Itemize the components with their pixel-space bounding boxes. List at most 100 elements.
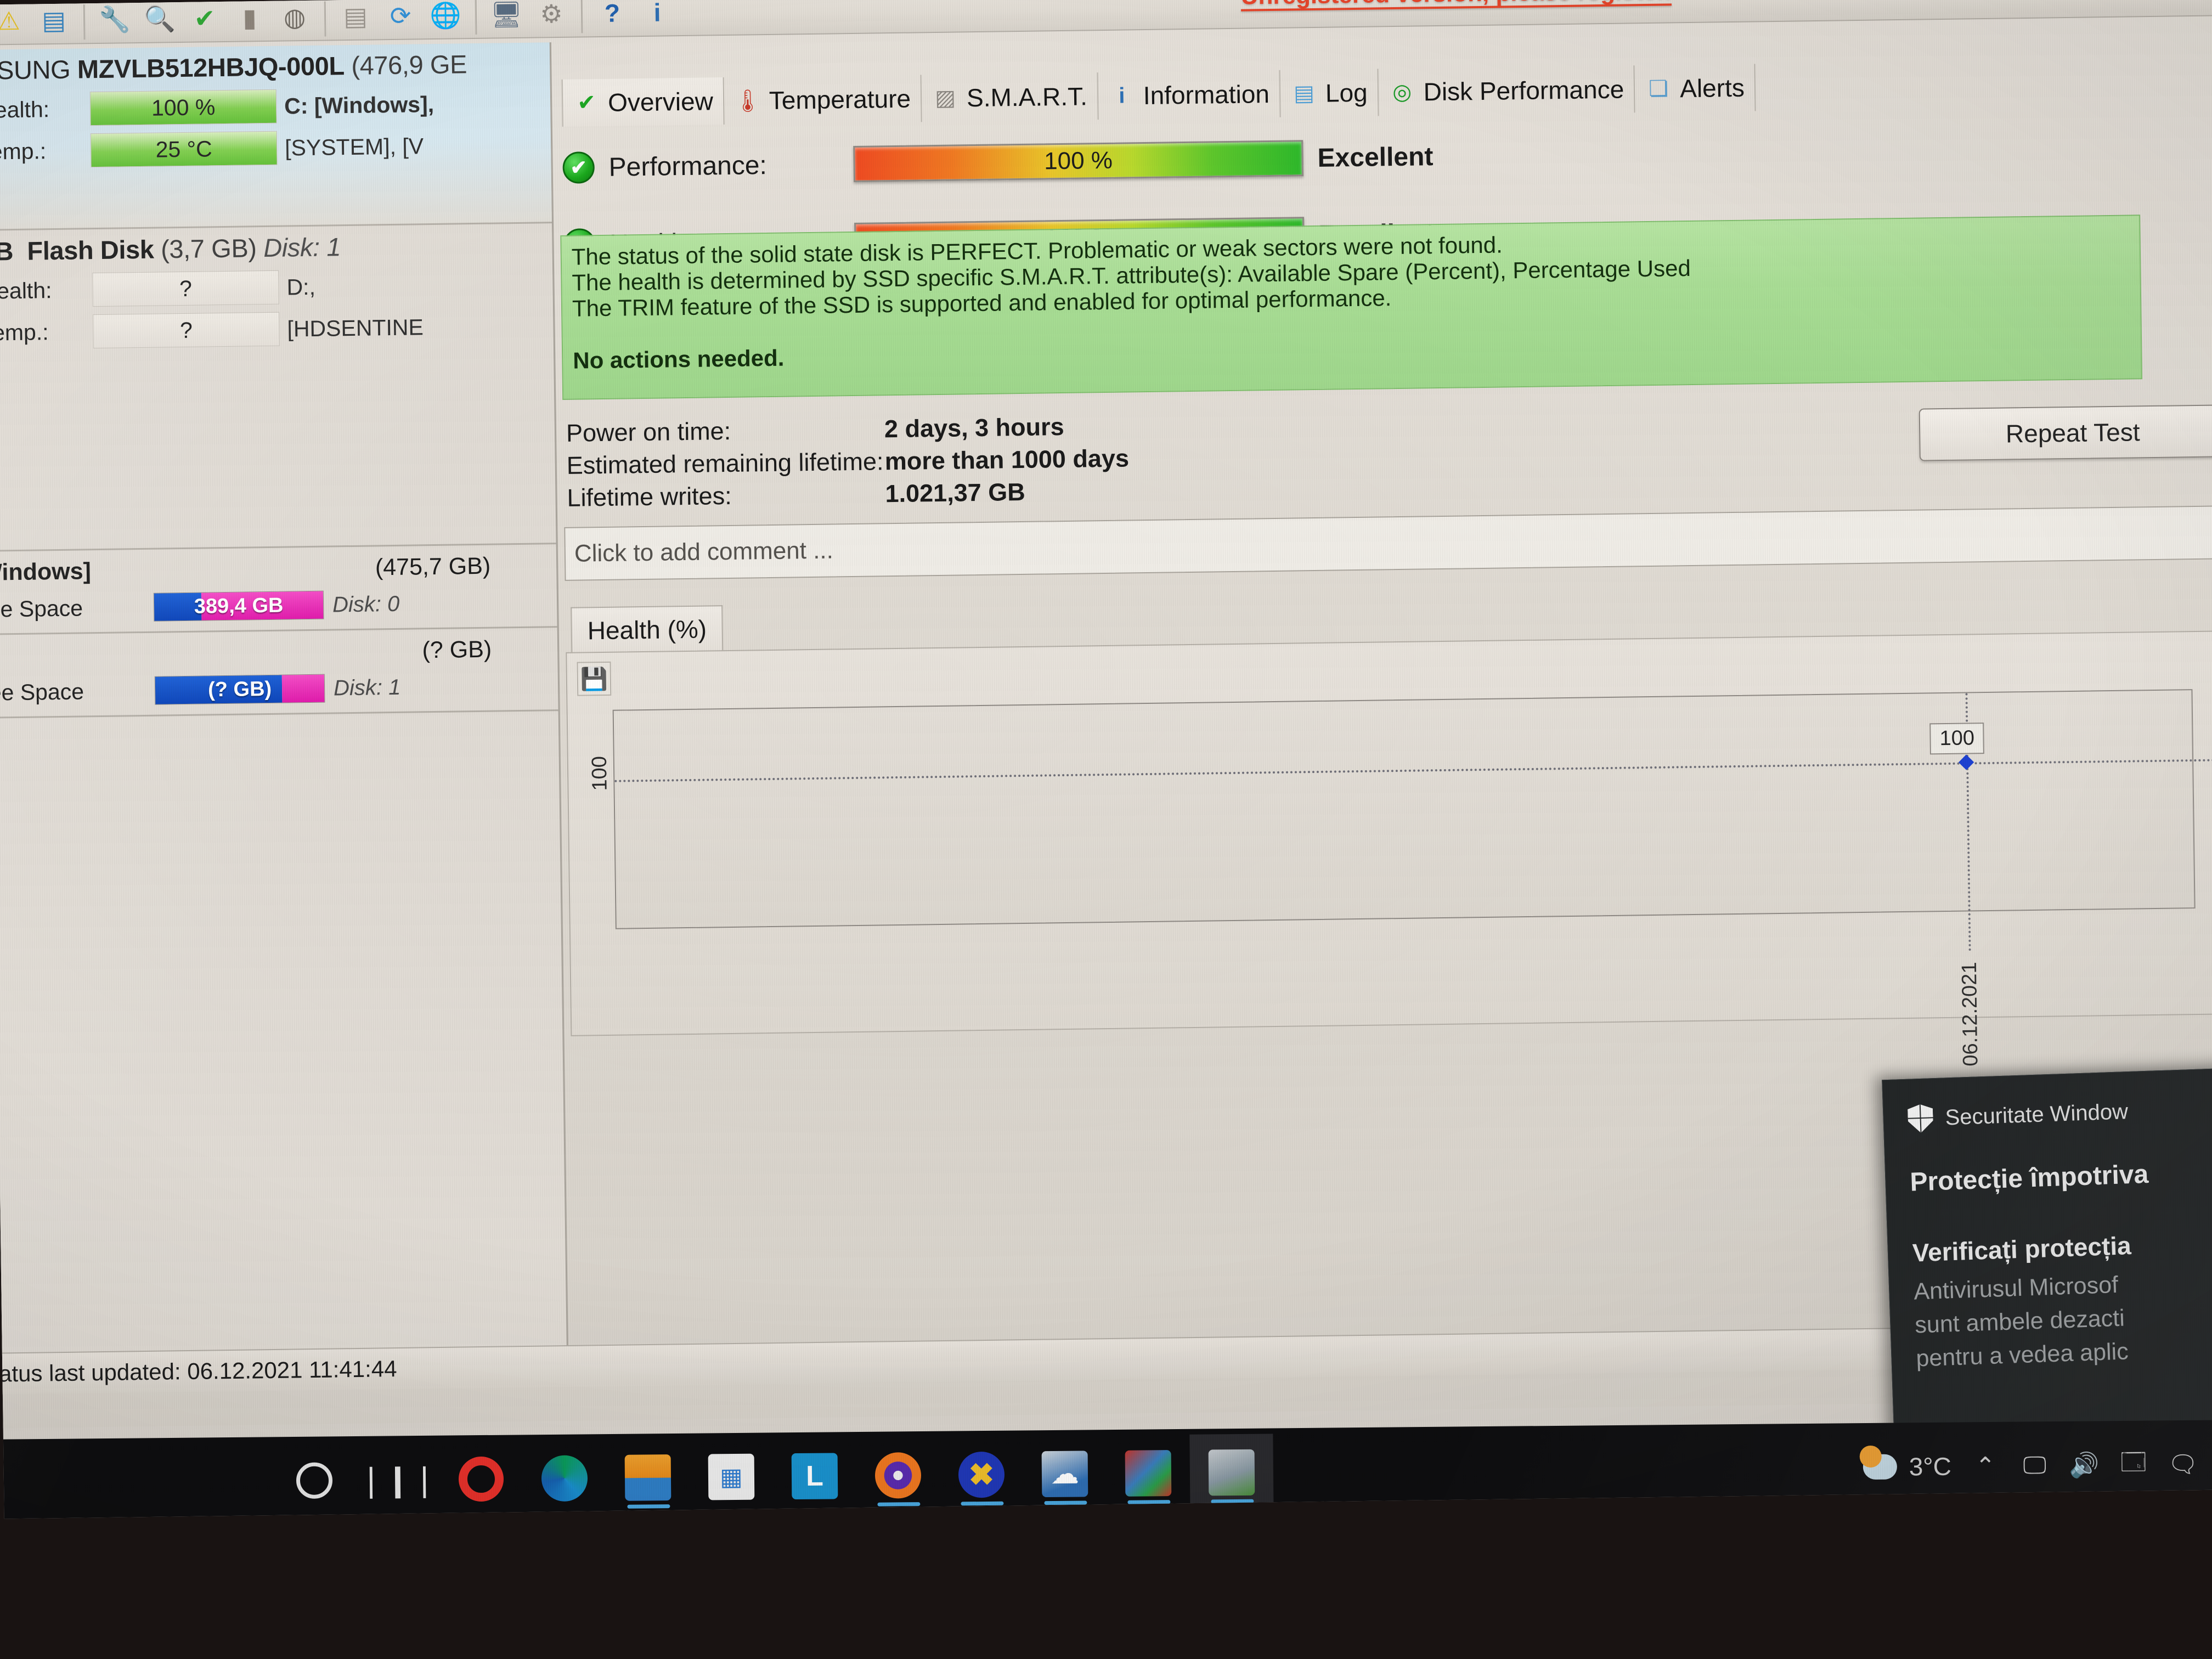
toast-body: Antivirusul Microsof sunt ambele dezacti… [1913, 1265, 2212, 1376]
gear-disk-icon[interactable]: ⚙ [532, 0, 572, 34]
antivirus-x-icon[interactable]: ✖ [939, 1436, 1023, 1513]
warning-triangle-icon[interactable]: ⚠ [0, 1, 29, 41]
floppy-save-icon[interactable]: 💾 [577, 661, 612, 696]
disk-card-samsung[interactable]: MSUNG MZVLB512HBJQ-000L (476,9 GE Health… [0, 42, 552, 232]
network-globe-icon[interactable]: 🌐 [426, 0, 466, 35]
unregistered-notice[interactable]: Unregistered version, please register. [1240, 0, 1672, 10]
info-icon: i [1118, 83, 1125, 108]
disk-health-row: Health: ? D:, [0, 267, 553, 308]
taskbar-apps: ❘❙❘ ▦ L ✖ ☁ [0, 1434, 1274, 1519]
comment-input[interactable]: Click to add comment ... [564, 505, 2212, 581]
info-icon[interactable]: i [637, 0, 678, 32]
health-label: Health: [0, 96, 50, 123]
free-segment [281, 674, 325, 703]
green-check-icon: ✔ [577, 91, 596, 115]
cylinder-icon[interactable]: ▮ [230, 0, 270, 38]
lenovo-vantage-icon[interactable]: L [772, 1437, 856, 1515]
performance-meter: 100 % [853, 140, 1304, 182]
network-icon[interactable]: 🖵 [2019, 1450, 2050, 1481]
tab-smart[interactable]: ▨ S.M.A.R.T. [921, 72, 1099, 122]
green-check-icon: ✔ [562, 151, 595, 184]
temp-label: Temp.: [0, 319, 49, 346]
tab-overview[interactable]: ✔ Overview [561, 77, 725, 127]
partition-disk-index: Disk: 0 [332, 591, 400, 617]
free-space-value: (? GB) [207, 677, 272, 701]
partition-card-windows[interactable]: Windows] (475,7 GB) ree Space 389,4 GB D… [0, 544, 557, 635]
cortana-search-icon[interactable] [272, 1442, 356, 1519]
report-icon[interactable]: ▤ [34, 1, 74, 41]
toast-brand-row: Securitate Window [1908, 1094, 2212, 1133]
opera-icon[interactable] [439, 1440, 523, 1517]
downloader-icon[interactable]: ☁ [1023, 1435, 1107, 1513]
task-view-icon[interactable]: ❘❙❘ [356, 1441, 439, 1519]
free-space-label: ree Space [0, 678, 84, 706]
volume-icon[interactable]: 🔊 [2069, 1449, 2100, 1480]
disk-bus: SB [0, 236, 14, 266]
refresh-disk-icon[interactable]: ⟳ [381, 0, 421, 36]
free-space-bar: (? GB) [154, 674, 325, 705]
magnifier-icon[interactable]: 🔍 [140, 0, 180, 39]
fact-value: 1.021,37 GB [885, 477, 1026, 508]
disk-title: MSUNG MZVLB512HBJQ-000L (476,9 GE [0, 48, 550, 86]
chart-x-tick-label: 06.12.2021 [1957, 962, 1983, 1066]
fact-power-on-time: Power on time: 2 days, 3 hours [566, 412, 1129, 447]
notification-icon[interactable]: 🗨 [2168, 1449, 2198, 1480]
weather-widget[interactable]: 3°C [1863, 1452, 1951, 1482]
text-file-icon[interactable]: ▤ [336, 0, 376, 36]
toolbar-separator [83, 4, 86, 40]
file-explorer-icon[interactable] [606, 1439, 690, 1516]
weather-temp: 3°C [1909, 1452, 1952, 1481]
tab-information[interactable]: i Information [1098, 70, 1281, 120]
tab-alerts[interactable]: ❏ Alerts [1634, 64, 1756, 113]
tab-label: Log [1325, 78, 1368, 108]
battery-icon[interactable]: 🗔 [2118, 1448, 2149, 1480]
hdsentinel-icon[interactable] [1189, 1434, 1274, 1511]
tab-disk-performance[interactable]: ◎ Disk Performance [1378, 65, 1635, 116]
winrar-icon[interactable] [1106, 1435, 1190, 1512]
chart-tab-health[interactable]: Health (%) [571, 605, 724, 653]
performance-value: 100 % [1043, 146, 1113, 175]
windows-taskbar: ❘❙❘ ▦ L ✖ ☁ 3°C ⌃ 🖵 🔊 🗔 🗨 [0, 1420, 2212, 1519]
temp-gauge: 25 °C [90, 131, 278, 168]
repeat-test-button[interactable]: Repeat Test [1918, 404, 2212, 461]
tab-label: Information [1143, 80, 1270, 110]
avast-icon[interactable] [856, 1437, 940, 1514]
fact-key: Power on time: [566, 416, 731, 447]
disk-model: MZVLB512HBJQ-000L [77, 51, 345, 84]
tab-bar[interactable]: ✔ Overview 🌡 Temperature ▨ S.M.A.R.T. i … [561, 55, 2212, 127]
health-gauge: 100 % [89, 89, 277, 126]
microsoft-store-icon[interactable]: ▦ [689, 1438, 773, 1515]
windows-security-toast[interactable]: Securitate Window Protecție împotriva Ve… [1882, 1068, 2212, 1475]
chevron-up-icon[interactable]: ⌃ [1970, 1451, 2001, 1481]
toolbar-separator [475, 0, 477, 35]
edge-icon[interactable] [522, 1440, 606, 1517]
disk-capacity: (3,7 GB) [160, 233, 257, 264]
free-space-value: 389,4 GB [194, 594, 284, 618]
disk-list-panel[interactable]: MSUNG MZVLB512HBJQ-000L (476,9 GE Health… [0, 42, 568, 1356]
disk-model: Flash Disk [27, 234, 154, 266]
taskbar-tray: 3°C ⌃ 🖵 🔊 🗔 🗨 [1863, 1448, 2212, 1482]
chart-point-label: 100 [1929, 723, 1985, 755]
disk-temp-row: Temp.: ? [HDSENTINE [0, 308, 554, 350]
fact-key: Estimated remaining lifetime: [566, 447, 884, 479]
question-icon[interactable]: ? [592, 0, 633, 33]
fact-lifetime-writes: Lifetime writes: 1.021,37 GB [567, 477, 1130, 512]
status-message-box: The status of the solid state disk is PE… [560, 215, 2142, 400]
disk-capacity: (476,9 GE [351, 49, 467, 80]
temp-label: Temp.: [0, 138, 47, 165]
chart-y-tick-label: 100 [588, 755, 612, 791]
partition-card-flash[interactable]: (? GB) ree Space (? GB) Disk: 1 [0, 628, 558, 719]
partition-free-row: ree Space (? GB) Disk: 1 [0, 671, 558, 707]
disk-icon[interactable]: ◍ [275, 0, 315, 37]
monitor-pencil-icon[interactable]: 🖥 [487, 0, 527, 35]
toast-subtitle: Verificați protecția [1912, 1231, 2132, 1267]
tab-temperature[interactable]: 🌡 Temperature [724, 75, 922, 125]
wrench-icon[interactable]: 🔧 [95, 0, 135, 40]
alert-pages-icon: ❏ [1648, 76, 1669, 101]
disk-card-flashdisk[interactable]: SB Flash Disk (3,7 GB) Disk: 1 Health: ?… [0, 223, 556, 552]
health-gauge: ? [92, 270, 279, 307]
chart-body: 💾 100 100 06.12.2021 [566, 630, 2212, 1066]
fact-value: 2 days, 3 hours [884, 412, 1064, 443]
tab-log[interactable]: ▤ Log [1280, 69, 1379, 117]
green-check-icon[interactable]: ✔ [185, 0, 225, 38]
